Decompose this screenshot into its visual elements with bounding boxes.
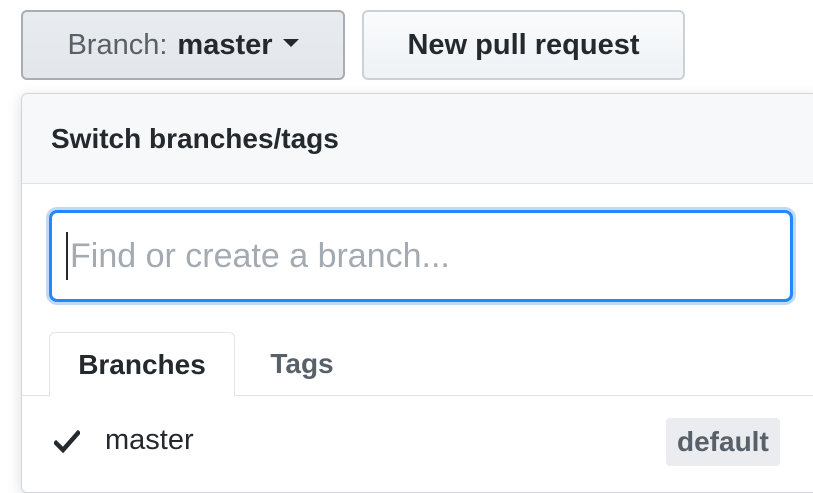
default-branch-badge: default bbox=[666, 418, 780, 466]
branch-list-item[interactable]: master default bbox=[22, 396, 813, 488]
tab-tags[interactable]: Tags bbox=[244, 332, 360, 396]
check-icon bbox=[54, 430, 80, 454]
new-pull-request-button[interactable]: New pull request bbox=[362, 10, 685, 80]
text-cursor bbox=[66, 232, 68, 280]
branch-select-button[interactable]: Branch: master bbox=[21, 10, 345, 80]
branch-tag-tabs: Branches Tags bbox=[22, 332, 813, 397]
branch-item-name: master bbox=[105, 424, 194, 456]
branch-prefix-label: Branch: bbox=[67, 28, 168, 61]
caret-down-icon bbox=[282, 39, 299, 47]
tab-branches[interactable]: Branches bbox=[49, 332, 235, 397]
branch-filter-field[interactable] bbox=[49, 210, 793, 302]
branch-switcher-dropdown: Switch branches/tags Branches Tags maste… bbox=[21, 93, 813, 493]
current-branch-name: master bbox=[177, 28, 273, 61]
dropdown-title: Switch branches/tags bbox=[22, 94, 813, 184]
branch-filter-input[interactable] bbox=[70, 236, 750, 276]
